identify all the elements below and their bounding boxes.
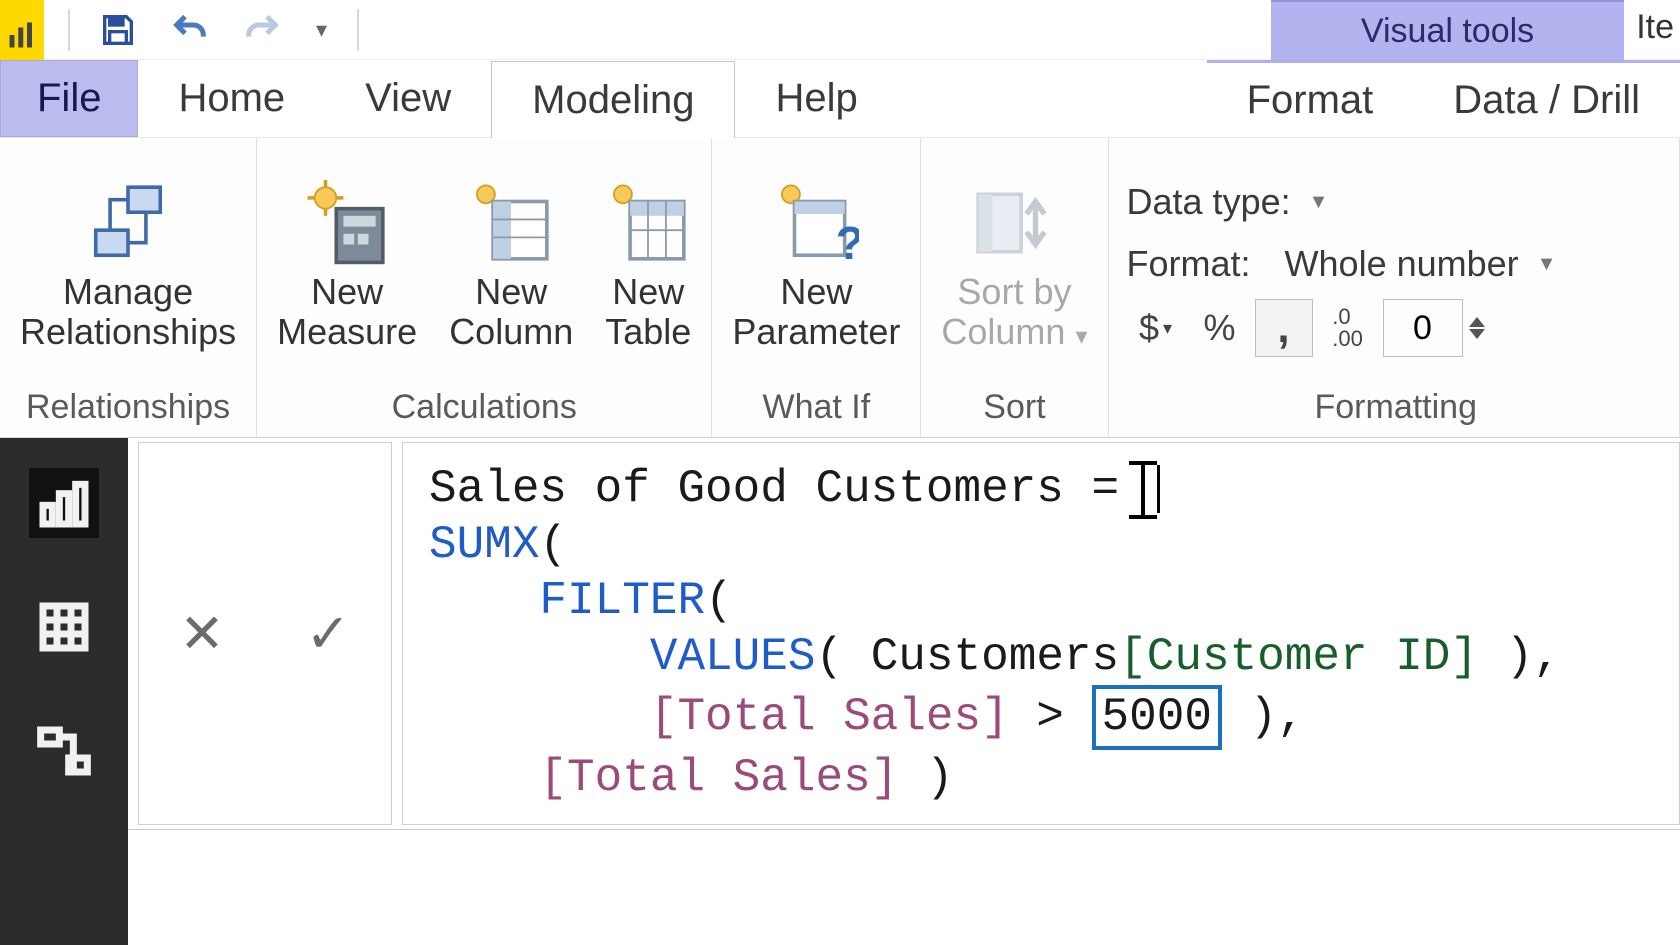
- group-label: Relationships: [26, 384, 230, 433]
- sort-by-column-button[interactable]: Sort by Column ▾: [935, 180, 1093, 351]
- cancel-formula-button[interactable]: ✕: [161, 596, 242, 671]
- group-formatting: Data type: ▼ Format: Whole number ▼ $▾ %…: [1109, 138, 1680, 437]
- new-measure-button[interactable]: New Measure: [271, 180, 423, 351]
- tab-format[interactable]: Format: [1207, 60, 1414, 137]
- group-label: What If: [763, 384, 871, 433]
- group-label: Formatting: [1127, 384, 1665, 433]
- group-relationships: Manage Relationships Relationships: [0, 138, 257, 437]
- group-label: Calculations: [392, 384, 577, 433]
- model-view-button[interactable]: [29, 716, 99, 786]
- formula-bar-controls: ✕ ✓: [138, 442, 392, 825]
- decimal-places-spinner[interactable]: [1469, 299, 1493, 357]
- group-sort: Sort by Column ▾ Sort: [921, 138, 1108, 437]
- ribbon: Manage Relationships Relationships New M…: [0, 138, 1680, 438]
- tab-data-drill[interactable]: Data / Drill: [1413, 60, 1680, 137]
- group-calculations: New Measure New Column New Table Calcula…: [257, 138, 712, 437]
- decimal-places-input[interactable]: 0: [1383, 299, 1463, 357]
- commit-formula-button[interactable]: ✓: [287, 596, 368, 671]
- group-what-if: ? New Parameter What If: [712, 138, 921, 437]
- view-switcher: [0, 438, 128, 945]
- percent-format-button[interactable]: %: [1191, 299, 1249, 357]
- separator: [68, 9, 70, 51]
- new-column-button[interactable]: New Column: [443, 180, 579, 351]
- truncated-label: Ite: [1624, 0, 1680, 60]
- currency-format-button[interactable]: $▾: [1127, 299, 1185, 357]
- decimal-places-icon: .0 .00: [1319, 299, 1377, 357]
- contextual-tab-header: Visual tools Ite: [1271, 0, 1680, 60]
- data-type-dropdown[interactable]: Data type: ▼: [1127, 181, 1665, 223]
- format-dropdown[interactable]: Format: Whole number ▼: [1127, 243, 1665, 285]
- manage-relationships-button[interactable]: Manage Relationships: [14, 180, 242, 351]
- text-cursor-icon: [1123, 461, 1163, 519]
- save-button[interactable]: [94, 6, 142, 54]
- qat-more-dropdown[interactable]: ▾: [310, 17, 333, 43]
- redo-button[interactable]: [238, 6, 286, 54]
- threshold-highlight: 5000: [1092, 685, 1222, 749]
- visual-tools-header: Visual tools: [1271, 0, 1624, 60]
- new-parameter-button[interactable]: ? New Parameter: [726, 180, 906, 351]
- thousands-separator-button[interactable]: ,: [1255, 299, 1313, 357]
- app-logo: [0, 0, 44, 60]
- svg-text:?: ?: [836, 217, 859, 266]
- quick-access-toolbar: ▾ Visual tools Ite: [0, 0, 1680, 60]
- tab-file[interactable]: File: [0, 60, 138, 137]
- group-label: Sort: [983, 384, 1045, 433]
- data-view-button[interactable]: [29, 592, 99, 662]
- dax-formula-editor[interactable]: Sales of Good Customers = SUMX( FILTER( …: [402, 442, 1680, 825]
- ribbon-tabs: File Home View Modeling Help Format Data…: [0, 60, 1680, 138]
- report-view-button[interactable]: [29, 468, 99, 538]
- new-table-button[interactable]: New Table: [599, 180, 697, 351]
- workspace: Iter ✕ ✓ Sales of Good Customers = SUMX(…: [0, 438, 1680, 945]
- tab-help[interactable]: Help: [735, 60, 897, 137]
- separator: [357, 9, 359, 51]
- formula-bar: ✕ ✓ Sales of Good Customers = SUMX( FILT…: [128, 438, 1680, 830]
- tab-modeling[interactable]: Modeling: [491, 61, 735, 138]
- tab-home[interactable]: Home: [138, 60, 325, 137]
- tab-view[interactable]: View: [325, 60, 491, 137]
- undo-button[interactable]: [166, 6, 214, 54]
